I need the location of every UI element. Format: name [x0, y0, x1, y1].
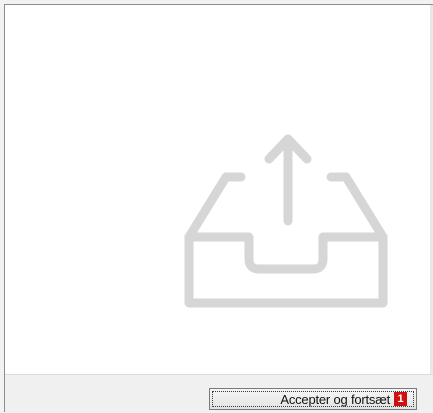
content-area: [5, 5, 431, 373]
step-number-badge: 1: [394, 392, 407, 406]
dialog-footer: Accepter og fortsæt 1: [5, 375, 433, 413]
upload-tray-icon: [184, 134, 388, 308]
dialog-window: Accepter og fortsæt 1: [4, 4, 433, 413]
accept-and-continue-button[interactable]: Accepter og fortsæt 1: [209, 388, 417, 410]
accept-button-label: Accepter og fortsæt: [280, 391, 390, 407]
